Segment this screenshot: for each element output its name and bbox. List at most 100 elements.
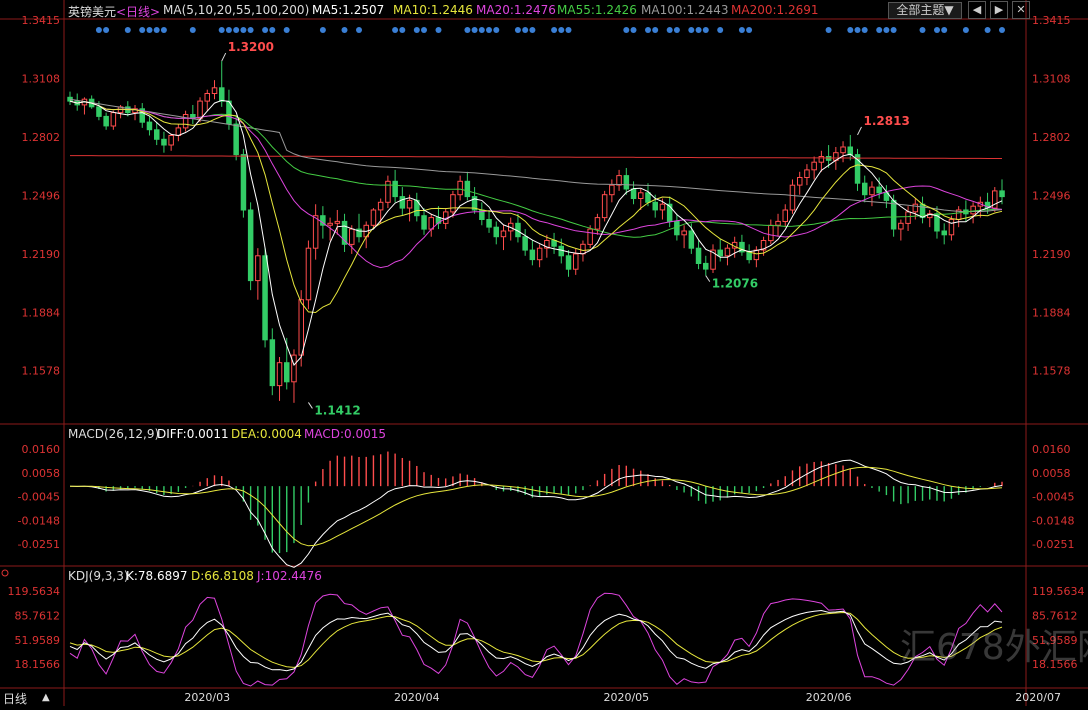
kdj-j: J:102.4476: [257, 569, 322, 583]
candle-body: [262, 255, 268, 341]
candle-body: [768, 224, 774, 242]
left-arrow-icon[interactable]: ◀: [968, 1, 986, 19]
y-tick-label-left: 1.2496: [22, 189, 61, 202]
y-tick-label-left: -0.0148: [18, 514, 60, 527]
candle-body: [457, 180, 463, 196]
y-tick-label-left: -0.0045: [18, 491, 60, 504]
candle-body: [782, 209, 788, 222]
y-tick-label-right: 1.2496: [1032, 189, 1071, 202]
y-tick-label-left: 1.3415: [22, 14, 61, 27]
candle-body: [905, 211, 911, 224]
kdj-settings-icon: [1, 569, 9, 577]
ma200-value: MA200:1.2691: [731, 3, 819, 17]
price-annotation-label: 1.3200: [228, 40, 274, 54]
y-tick-label-right: 1.1884: [1032, 306, 1071, 319]
y-tick-label-left: 1.1578: [22, 365, 61, 378]
theme-dropdown-button[interactable]: 全部主题▼: [888, 2, 962, 19]
annotation-pointer: [308, 402, 313, 409]
candle-body: [182, 114, 189, 129]
candle-body: [233, 123, 239, 156]
candle-body: [804, 169, 810, 178]
signal-dot: [854, 27, 861, 33]
signal-dot: [551, 27, 558, 33]
candle-body: [703, 262, 709, 270]
candle-body: [724, 247, 731, 257]
signal-dot: [558, 27, 565, 33]
period-link[interactable]: <日线>: [116, 3, 160, 20]
signal-dot: [124, 27, 131, 33]
candle-body: [406, 199, 413, 209]
stock-chart[interactable]: 1.3415 1.3415 1.3108 1.3108 1.2802 1.2802 1.24…: [0, 0, 1088, 706]
candle-body: [890, 199, 897, 230]
signal-dot: [421, 27, 427, 33]
kdj-title: KDJ(9,3,3): [68, 569, 129, 583]
signal-dot: [630, 27, 637, 33]
y-tick-label-right: -0.0148: [1032, 514, 1074, 527]
candle-body: [197, 100, 203, 119]
candle-body: [204, 93, 210, 102]
candle-body: [284, 362, 290, 383]
signal-dot: [890, 27, 897, 33]
y-tick-label-left: 1.2190: [22, 248, 61, 261]
y-tick-label-left: 1.2802: [22, 131, 61, 144]
ma10-value: MA10:1.2446: [393, 3, 473, 17]
y-tick-label-left: 1.3108: [22, 73, 61, 86]
macd-diff-line: [69, 459, 1003, 568]
candle-body: [486, 219, 492, 228]
candle-body: [305, 247, 312, 301]
signal-dot: [673, 27, 680, 33]
signal-dot: [984, 27, 991, 33]
period-selector[interactable]: 日线: [3, 690, 27, 707]
candle-body: [536, 247, 543, 261]
signal-dot: [189, 27, 196, 33]
signal-dot: [341, 27, 348, 33]
right-arrow-icon[interactable]: ▶: [990, 1, 1008, 19]
candle-body: [688, 230, 695, 249]
y-tick-label-right: 0.0058: [1032, 467, 1071, 480]
y-tick-label-right: 119.5634: [1032, 585, 1085, 598]
y-tick-label-right: 1.2802: [1032, 131, 1071, 144]
annotation-pointer: [857, 126, 862, 136]
candle-body: [580, 243, 586, 255]
y-tick-label-left: 1.1884: [22, 306, 61, 319]
y-tick-label-right: -0.0045: [1032, 491, 1074, 504]
signal-dot: [717, 27, 724, 33]
close-icon[interactable]: ✕: [1012, 1, 1030, 19]
signal-dot: [861, 27, 868, 33]
y-tick-label-right: 1.3415: [1032, 14, 1071, 27]
signal-dot: [919, 27, 926, 33]
signal-dot: [565, 27, 572, 33]
candle-body: [327, 222, 333, 226]
annotation-pointer: [705, 275, 711, 282]
candle-body: [399, 196, 406, 209]
signal-dot: [356, 27, 362, 33]
signal-dots-group: [95, 27, 1005, 33]
candle-body: [154, 129, 160, 140]
candle-body: [681, 230, 687, 236]
candle-body: [558, 245, 564, 257]
candle-body: [797, 177, 803, 186]
candle-body: [291, 354, 297, 383]
candle-body: [529, 249, 536, 261]
x-tick-label: 2020/04: [394, 691, 440, 704]
signal-dot: [746, 27, 753, 33]
y-tick-label-right: 1.3108: [1032, 73, 1071, 86]
signal-dot: [695, 27, 702, 33]
candle-body: [450, 194, 456, 213]
y-tick-label-left: 51.9589: [15, 634, 61, 647]
macd-value: MACD:0.0015: [304, 427, 387, 441]
signal-dot: [486, 27, 492, 33]
candle-body: [601, 194, 608, 219]
signal-dot: [153, 27, 160, 33]
candle-body: [652, 201, 658, 211]
candle-body: [392, 180, 398, 198]
signal-dot: [666, 27, 673, 33]
candle-body: [370, 209, 377, 226]
signal-dot: [218, 27, 225, 33]
signal-dot: [934, 27, 940, 33]
kdj-k: K:78.6897: [126, 569, 188, 583]
period-dropdown-icon[interactable]: ▲: [42, 692, 50, 703]
signal-dot: [962, 27, 969, 33]
signal-dot: [514, 27, 521, 33]
candle-body: [898, 222, 904, 230]
